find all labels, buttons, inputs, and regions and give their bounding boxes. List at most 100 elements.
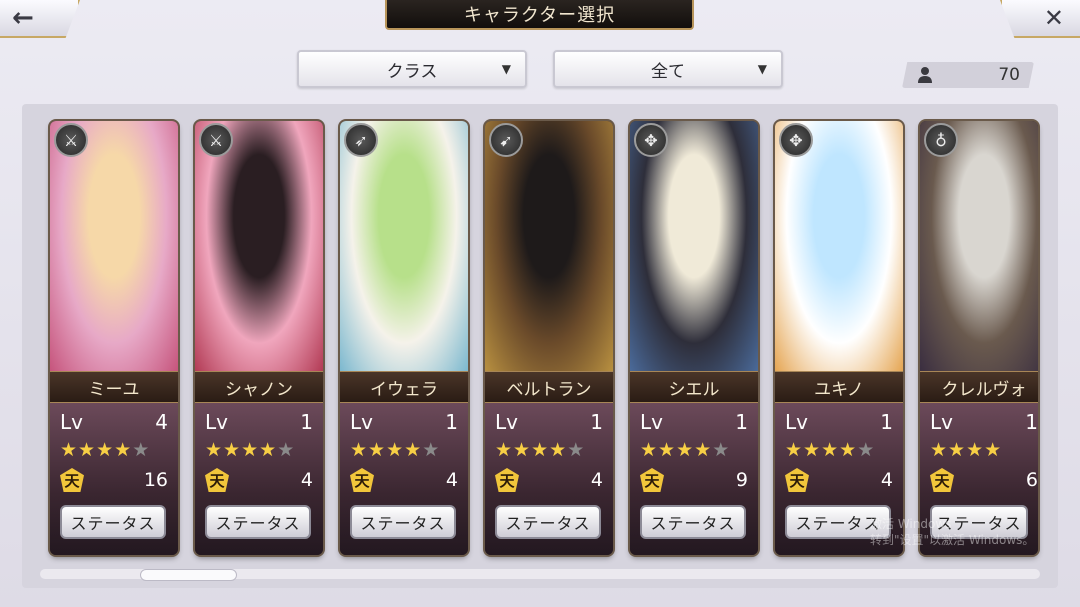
- ten-emblem-icon: 天: [785, 468, 809, 492]
- star-icon: ★: [966, 439, 985, 461]
- scrollbar-thumb[interactable]: [140, 569, 237, 581]
- close-button[interactable]: ✕: [1000, 0, 1080, 38]
- level-row: Lv 4: [60, 407, 168, 437]
- ten-value: 4: [880, 469, 893, 491]
- crossbow-icon: ✥: [634, 123, 668, 157]
- character-stats: Lv 1 ★★★★ 天 6 ステータス: [920, 403, 1038, 555]
- level-row: Lv 1: [495, 407, 603, 437]
- character-card[interactable]: ✥ ユキノ Lv 1 ★★★★★ 天 4 ステータス: [775, 121, 903, 555]
- character-card[interactable]: ⚔ シャノン Lv 1 ★★★★★ 天 4 ステータス: [195, 121, 323, 555]
- back-button[interactable]: ←: [0, 0, 80, 38]
- ten-row: 天4: [495, 465, 603, 495]
- level-row: Lv 1: [350, 407, 458, 437]
- ten-emblem-icon: 天: [60, 468, 84, 492]
- ten-row: 天4: [350, 465, 458, 495]
- page-title: キャラクター選択: [385, 0, 694, 30]
- character-portrait: [340, 121, 468, 371]
- level-value: 1: [1025, 410, 1038, 434]
- star-icon: ★: [277, 439, 296, 461]
- top-bar: ← キャラクター選択 ✕: [0, 0, 1080, 38]
- character-portrait: [50, 121, 178, 371]
- star-icon: ★: [114, 439, 133, 461]
- character-count-value: 70: [998, 65, 1020, 85]
- status-button[interactable]: ステータス: [350, 505, 456, 539]
- status-button[interactable]: ステータス: [640, 505, 746, 539]
- star-icon: ★: [422, 439, 441, 461]
- star-icon: ★: [694, 439, 713, 461]
- level-label: Lv: [205, 410, 228, 434]
- character-card[interactable]: ✥ シエル Lv 1 ★★★★★ 天 9 ステータス: [630, 121, 758, 555]
- ten-emblem-icon: 天: [350, 468, 374, 492]
- lance-icon: ➹: [489, 123, 523, 157]
- star-icon: ★: [948, 439, 967, 461]
- star-icon: ★: [223, 439, 242, 461]
- level-value: 4: [155, 410, 168, 434]
- level-label: Lv: [930, 410, 953, 434]
- status-button[interactable]: ステータス: [205, 505, 311, 539]
- character-name: ベルトラン: [485, 371, 613, 403]
- star-icon: ★: [495, 439, 514, 461]
- star-icon: ★: [676, 439, 695, 461]
- star-icon: ★: [368, 439, 387, 461]
- sword-icon: ⚔: [54, 123, 88, 157]
- star-rating: ★★★★★: [495, 439, 585, 461]
- status-button[interactable]: ステータス: [60, 505, 166, 539]
- crossbow-icon: ✥: [779, 123, 813, 157]
- level-row: Lv 1: [205, 407, 313, 437]
- status-button[interactable]: ステータス: [495, 505, 601, 539]
- star-icon: ★: [640, 439, 659, 461]
- ten-value: 16: [143, 469, 168, 491]
- level-value: 1: [300, 410, 313, 434]
- character-portrait: [630, 121, 758, 371]
- star-rating: ★★★★★: [205, 439, 295, 461]
- character-card[interactable]: ♁ クレルヴォ Lv 1 ★★★★ 天 6 ステータス: [920, 121, 1038, 555]
- ten-emblem-icon: 天: [930, 468, 954, 492]
- star-icon: ★: [205, 439, 224, 461]
- star-icon: ★: [821, 439, 840, 461]
- ten-row: 天 16: [60, 465, 168, 495]
- class-filter-dropdown[interactable]: クラス ▼: [297, 50, 527, 88]
- ten-value: 4: [445, 469, 458, 491]
- class-filter-label: クラス: [386, 61, 438, 82]
- level-label: Lv: [640, 410, 663, 434]
- star-icon: ★: [803, 439, 822, 461]
- close-icon: ✕: [1043, 4, 1064, 32]
- level-label: Lv: [60, 410, 83, 434]
- character-stats: Lv 4 ★★★★★ 天 16 ステータス: [50, 403, 178, 555]
- ten-row: 天9: [640, 465, 748, 495]
- all-filter-label: 全て: [651, 61, 685, 82]
- chevron-down-icon: ▼: [501, 62, 511, 76]
- star-icon: ★: [132, 439, 151, 461]
- bow-icon: ➶: [344, 123, 378, 157]
- ten-emblem-icon: 天: [640, 468, 664, 492]
- character-name: シャノン: [195, 371, 323, 403]
- character-count: 70: [902, 62, 1034, 88]
- level-label: Lv: [350, 410, 373, 434]
- status-button[interactable]: ステータス: [930, 505, 1028, 539]
- character-card[interactable]: ➹ ベルトラン Lv 1 ★★★★★ 天 4 ステータス: [485, 121, 613, 555]
- character-stats: Lv 1 ★★★★★ 天 4 ステータス: [775, 403, 903, 555]
- staff-icon: ♁: [924, 123, 958, 157]
- character-card[interactable]: ⚔ ミーユ Lv 4 ★★★★★ 天 16 ステータス: [50, 121, 178, 555]
- character-portrait: [485, 121, 613, 371]
- ten-value: 4: [590, 469, 603, 491]
- character-card[interactable]: ➶ イウェラ Lv 1 ★★★★★ 天 4 ステータス: [340, 121, 468, 555]
- star-icon: ★: [712, 439, 731, 461]
- star-rating: ★★★★★: [785, 439, 875, 461]
- star-icon: ★: [60, 439, 79, 461]
- ten-value: 6: [1025, 469, 1038, 491]
- star-icon: ★: [839, 439, 858, 461]
- ten-emblem-icon: 天: [495, 468, 519, 492]
- character-stats: Lv 1 ★★★★★ 天 9 ステータス: [630, 403, 758, 555]
- star-icon: ★: [658, 439, 677, 461]
- character-name: クレルヴォ: [920, 371, 1038, 403]
- status-button[interactable]: ステータス: [785, 505, 891, 539]
- ten-row: 天4: [785, 465, 893, 495]
- star-icon: ★: [531, 439, 550, 461]
- ten-value: 4: [300, 469, 313, 491]
- all-filter-dropdown[interactable]: 全て ▼: [553, 50, 783, 88]
- sword-icon: ⚔: [199, 123, 233, 157]
- character-stats: Lv 1 ★★★★★ 天 4 ステータス: [195, 403, 323, 555]
- character-portrait: [195, 121, 323, 371]
- star-icon: ★: [96, 439, 115, 461]
